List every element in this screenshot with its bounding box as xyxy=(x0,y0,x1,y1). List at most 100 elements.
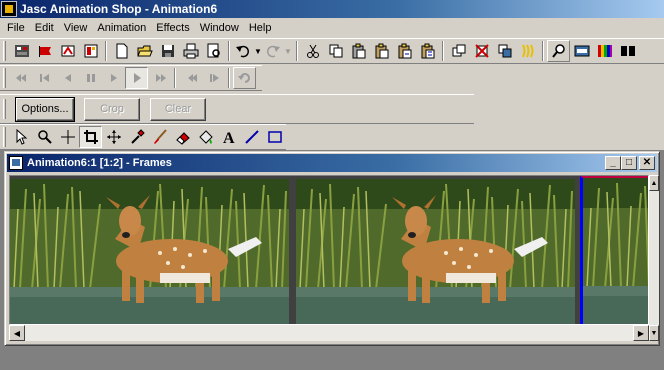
delete-frames-icon[interactable] xyxy=(470,40,493,62)
play-icon[interactable] xyxy=(125,67,148,89)
toolbar-grip[interactable] xyxy=(3,99,6,119)
frames-window-title-bar[interactable]: Animation6:1 [1:2] - Frames _ □ ✕ xyxy=(7,154,657,172)
line-tool-icon[interactable] xyxy=(240,126,263,148)
vertical-scrollbar[interactable]: ▲ ▼ xyxy=(649,175,659,341)
redo-dropdown-icon[interactable]: ▼ xyxy=(283,47,293,56)
save-icon[interactable] xyxy=(156,40,179,62)
horizontal-scrollbar[interactable]: ◀ ▶ xyxy=(9,325,649,341)
frames-window: Animation6:1 [1:2] - Frames _ □ ✕ ▲ ▼ ◀ … xyxy=(4,151,660,346)
menu-file[interactable]: File xyxy=(2,22,30,34)
move-right-icon[interactable] xyxy=(202,67,225,89)
toolbar-separator xyxy=(174,68,176,88)
tool-palette: A xyxy=(0,124,286,150)
previous-frame-icon[interactable] xyxy=(33,67,56,89)
mover-icon[interactable] xyxy=(102,126,125,148)
step-back-icon[interactable] xyxy=(56,67,79,89)
rectangle-tool-icon[interactable] xyxy=(263,126,286,148)
crop-button[interactable]: Crop xyxy=(84,97,140,121)
deer-image xyxy=(296,179,575,324)
menu-edit[interactable]: Edit xyxy=(30,22,59,34)
dropper-icon[interactable] xyxy=(125,126,148,148)
redo-icon[interactable] xyxy=(263,40,283,62)
zoom-icon[interactable] xyxy=(547,40,570,62)
copy-icon[interactable] xyxy=(324,40,347,62)
menu-effects[interactable]: Effects xyxy=(151,22,194,34)
animation-wizard-icon[interactable] xyxy=(56,40,79,62)
eraser-icon[interactable] xyxy=(171,126,194,148)
toolbar-grip[interactable] xyxy=(3,127,6,147)
toolbar-separator xyxy=(228,41,230,61)
scroll-down-icon[interactable]: ▼ xyxy=(649,325,659,341)
print-icon[interactable] xyxy=(179,40,202,62)
toolbar-area: ▼ ▼ Options... Crop Clear A xyxy=(0,38,664,150)
close-button[interactable]: ✕ xyxy=(639,156,655,170)
menu-window[interactable]: Window xyxy=(195,22,244,34)
flood-fill-icon[interactable] xyxy=(194,126,217,148)
options-button[interactable]: Options... xyxy=(15,96,75,122)
print-preview-icon[interactable] xyxy=(202,40,225,62)
paste-before-icon[interactable] xyxy=(393,40,416,62)
undo-icon[interactable] xyxy=(233,40,253,62)
optimization-icon[interactable] xyxy=(516,40,539,62)
arrow-icon[interactable] xyxy=(10,126,33,148)
minimize-button[interactable]: _ xyxy=(605,156,621,170)
properties-icon[interactable] xyxy=(79,40,102,62)
first-frame-icon[interactable] xyxy=(10,67,33,89)
crosshair-icon[interactable] xyxy=(56,126,79,148)
frame-properties-icon[interactable] xyxy=(493,40,516,62)
new-icon[interactable] xyxy=(110,40,133,62)
next-frame-icon[interactable] xyxy=(148,67,171,89)
frames-window-icon[interactable] xyxy=(9,156,23,170)
crop-label: Crop xyxy=(100,103,124,115)
zoom-tool-icon[interactable] xyxy=(33,126,56,148)
options-label: Options... xyxy=(21,103,69,115)
svg-text:A: A xyxy=(223,130,235,145)
color-palette-icon[interactable] xyxy=(593,40,616,62)
wizard-icon[interactable] xyxy=(10,40,33,62)
clear-label: Clear xyxy=(164,103,192,115)
standard-toolbar: ▼ ▼ xyxy=(0,38,664,64)
menu-help[interactable]: Help xyxy=(244,22,277,34)
insert-frames-icon[interactable] xyxy=(447,40,470,62)
frame-thumbnail[interactable] xyxy=(10,179,289,324)
scroll-up-icon[interactable]: ▲ xyxy=(649,175,659,191)
view-animation-icon[interactable] xyxy=(570,40,593,62)
toolbar-separator xyxy=(442,41,444,61)
step-forward-icon[interactable] xyxy=(102,67,125,89)
toolbar-separator xyxy=(296,41,298,61)
scroll-track[interactable] xyxy=(25,325,633,341)
pause-icon[interactable] xyxy=(79,67,102,89)
move-left-icon[interactable] xyxy=(179,67,202,89)
scroll-right-icon[interactable]: ▶ xyxy=(633,325,649,341)
split-frames-icon[interactable] xyxy=(616,40,639,62)
paste-after-icon[interactable] xyxy=(416,40,439,62)
toolbar-grip[interactable] xyxy=(3,68,6,88)
frames-strip xyxy=(9,175,649,325)
maximize-button[interactable]: □ xyxy=(621,156,637,170)
tool-options-bar: Options... Crop Clear xyxy=(0,94,474,124)
paste-icon[interactable] xyxy=(370,40,393,62)
app-title-bar[interactable]: Jasc Animation Shop - Animation6 xyxy=(0,0,664,18)
clear-button[interactable]: Clear xyxy=(150,97,206,121)
replay-icon[interactable] xyxy=(233,67,256,89)
cut-icon[interactable] xyxy=(301,40,324,62)
scroll-left-icon[interactable]: ◀ xyxy=(9,325,25,341)
paste-as-new-icon[interactable] xyxy=(347,40,370,62)
animation-shop-logo-icon[interactable] xyxy=(1,1,17,17)
open-icon[interactable] xyxy=(133,40,156,62)
playback-toolbar xyxy=(0,65,262,91)
frames-window-title: Animation6:1 [1:2] - Frames xyxy=(27,157,172,169)
menu-view[interactable]: View xyxy=(59,22,93,34)
menu-animation[interactable]: Animation xyxy=(92,22,151,34)
window-controls: _ □ ✕ xyxy=(605,156,655,170)
toolbar-grip[interactable] xyxy=(3,41,6,61)
menu-bar: File Edit View Animation Effects Window … xyxy=(0,18,664,38)
crop-tool-icon[interactable] xyxy=(79,126,102,148)
banner-wizard-icon[interactable] xyxy=(33,40,56,62)
text-tool-icon[interactable]: A xyxy=(217,126,240,148)
undo-dropdown-icon[interactable]: ▼ xyxy=(253,47,263,56)
selected-frame-thumbnail[interactable] xyxy=(580,176,648,324)
paint-brush-icon[interactable] xyxy=(148,126,171,148)
toolbar-separator xyxy=(542,41,544,61)
frame-thumbnail[interactable] xyxy=(296,179,575,324)
